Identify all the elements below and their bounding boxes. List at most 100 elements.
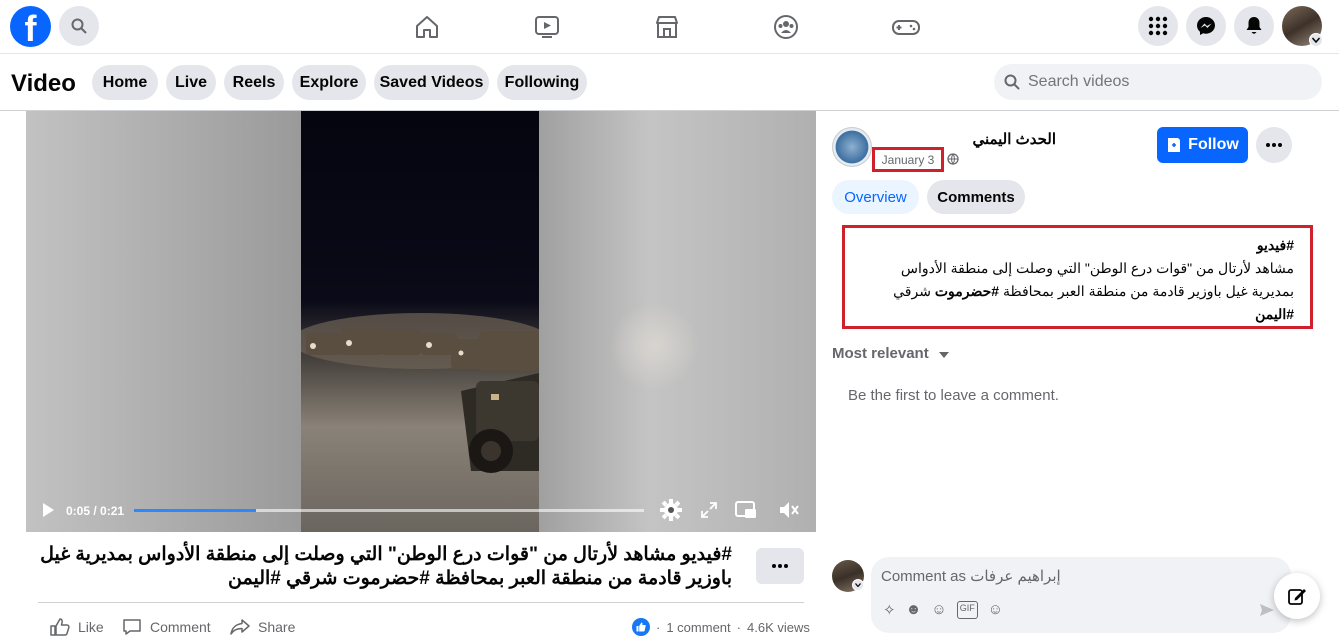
emoji-icon[interactable]: ☺ bbox=[931, 601, 946, 619]
caret-down-icon bbox=[938, 352, 949, 358]
post-date[interactable]: January 3 bbox=[872, 147, 944, 172]
hashtag-yemen[interactable]: #اليمن bbox=[861, 303, 1294, 326]
description-line-2: مشاهد لأرتال من "قوات درع الوطن" التي وص… bbox=[900, 260, 1294, 276]
groups-icon bbox=[774, 15, 798, 39]
hashtag-hadramout[interactable]: #حضرموت bbox=[935, 283, 999, 299]
logo-letter: f bbox=[24, 8, 37, 47]
more-options-button[interactable] bbox=[756, 548, 804, 584]
new-message-button[interactable] bbox=[1274, 573, 1320, 619]
follow-label: Follow bbox=[1188, 136, 1239, 153]
notifications-button[interactable] bbox=[1234, 6, 1274, 46]
sort-dropdown[interactable]: Most relevant bbox=[832, 345, 949, 362]
chevron-down-icon bbox=[1312, 37, 1320, 43]
video-search[interactable] bbox=[994, 64, 1322, 100]
comment-composer[interactable]: Comment as إبراهيم عرفات ✧ ☻ ☺ GIF ☺ bbox=[871, 557, 1291, 633]
comments-count[interactable]: 1 comment bbox=[666, 620, 730, 635]
like-icon bbox=[50, 618, 70, 636]
comment-label: Comment bbox=[150, 619, 211, 635]
page-name[interactable]: الحدث اليمني bbox=[960, 130, 1056, 148]
video-blur-left bbox=[26, 111, 301, 532]
search-icon bbox=[1004, 74, 1020, 90]
empty-comments-text: Be the first to leave a comment. bbox=[848, 387, 1059, 404]
video-caption: #فيديو مشاهد لأرتال من "قوات درع الوطن" … bbox=[40, 544, 732, 589]
volume-muted-icon bbox=[780, 502, 799, 518]
description-line-3: بمديرية غيل باوزير قادمة من منطقة العبر … bbox=[861, 280, 1294, 303]
nav-video[interactable] bbox=[532, 12, 562, 42]
tab-overview[interactable]: Overview bbox=[832, 180, 919, 214]
page-avatar[interactable] bbox=[832, 127, 872, 167]
send-icon[interactable] bbox=[1259, 603, 1275, 617]
messenger-icon bbox=[1197, 17, 1215, 35]
more-dots-icon bbox=[1266, 143, 1282, 147]
nav-home[interactable] bbox=[412, 12, 442, 42]
search-button[interactable] bbox=[59, 6, 99, 46]
tab-comments[interactable]: Comments bbox=[927, 180, 1025, 214]
views-count: 4.6K views bbox=[747, 619, 810, 635]
share-button[interactable]: Share bbox=[230, 618, 295, 636]
messenger-button[interactable] bbox=[1186, 6, 1226, 46]
account-chevron[interactable] bbox=[1309, 33, 1323, 47]
menu-grid-icon bbox=[1148, 16, 1168, 36]
tab-home[interactable]: Home bbox=[92, 65, 158, 100]
follow-icon bbox=[1168, 138, 1181, 152]
gaming-icon bbox=[892, 20, 920, 35]
settings-button[interactable] bbox=[659, 498, 683, 522]
chevron-down-icon bbox=[855, 583, 861, 587]
play-icon bbox=[43, 503, 54, 517]
gear-icon bbox=[660, 499, 682, 521]
progress-bar[interactable] bbox=[134, 509, 644, 512]
menu-button[interactable] bbox=[1138, 6, 1178, 46]
fullscreen-icon bbox=[701, 502, 717, 518]
reactions-summary[interactable]: · 1 comment · 4.6K views bbox=[632, 618, 810, 636]
home-icon bbox=[416, 16, 438, 38]
comment-icon bbox=[123, 619, 141, 635]
tab-saved-videos[interactable]: Saved Videos bbox=[374, 65, 489, 100]
play-button[interactable] bbox=[36, 498, 60, 522]
notifications-icon bbox=[1246, 17, 1262, 34]
nav-groups[interactable] bbox=[771, 12, 801, 42]
commenter-chevron[interactable] bbox=[852, 579, 864, 591]
video-frame bbox=[301, 111, 539, 532]
comment-button[interactable]: Comment bbox=[122, 618, 211, 636]
marketplace-icon bbox=[656, 16, 678, 38]
separator-dot: · bbox=[736, 619, 741, 635]
page-title: Video bbox=[11, 70, 76, 97]
globe-icon bbox=[947, 153, 959, 165]
hashtag-video[interactable]: #فيديو bbox=[861, 234, 1294, 257]
tab-following[interactable]: Following bbox=[497, 65, 587, 100]
description-line-3a: بمديرية غيل باوزير قادمة من منطقة العبر … bbox=[999, 283, 1294, 299]
follow-button[interactable]: Follow bbox=[1157, 127, 1248, 163]
nav-marketplace[interactable] bbox=[652, 12, 682, 42]
video-player[interactable]: 0:05 / 0:21 bbox=[26, 111, 816, 532]
like-button[interactable]: Like bbox=[50, 618, 104, 636]
like-reaction-icon bbox=[632, 618, 650, 636]
picture-in-picture-icon bbox=[735, 501, 756, 518]
search-icon bbox=[71, 18, 87, 34]
divider bbox=[38, 602, 804, 603]
mute-button[interactable] bbox=[777, 498, 801, 522]
time-display: 0:05 / 0:21 bbox=[66, 504, 125, 518]
convoy-scene bbox=[301, 313, 539, 473]
post-options-button[interactable] bbox=[1256, 127, 1292, 163]
comment-input[interactable]: Comment as إبراهيم عرفات bbox=[881, 567, 1061, 585]
description-line-3c: شرقي bbox=[893, 283, 935, 299]
more-dots-icon bbox=[772, 564, 788, 568]
gif-icon[interactable]: GIF bbox=[956, 601, 978, 619]
search-input[interactable] bbox=[1028, 73, 1298, 91]
compose-icon bbox=[1288, 589, 1306, 605]
share-label: Share bbox=[258, 619, 296, 635]
nav-gaming[interactable] bbox=[891, 12, 921, 42]
sort-label: Most relevant bbox=[832, 345, 929, 362]
tab-explore[interactable]: Explore bbox=[292, 65, 366, 100]
facebook-logo[interactable]: f bbox=[10, 6, 51, 47]
tab-reels[interactable]: Reels bbox=[224, 65, 284, 100]
tab-live[interactable]: Live bbox=[166, 65, 216, 100]
sticker-icon[interactable]: ☺ bbox=[988, 601, 1003, 619]
like-label: Like bbox=[78, 619, 104, 635]
share-icon bbox=[230, 619, 250, 635]
emoji-face-icon[interactable]: ☻ bbox=[906, 601, 922, 619]
watch-icon bbox=[535, 16, 559, 38]
miniplayer-button[interactable] bbox=[734, 498, 758, 522]
avatar-sticker-icon[interactable]: ✧ bbox=[883, 601, 896, 619]
fullscreen-button[interactable] bbox=[697, 498, 721, 522]
